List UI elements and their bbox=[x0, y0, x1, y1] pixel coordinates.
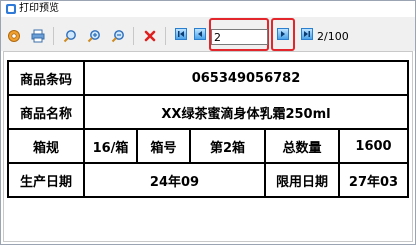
zoom-in-icon[interactable] bbox=[87, 28, 101, 43]
window-title: 打印预览 bbox=[19, 3, 59, 14]
settings-icon[interactable] bbox=[7, 28, 21, 42]
preview-area: 商品条码 065349056782 商品名称 XX绿茶蜜滴身体乳霜250ml 箱… bbox=[1, 51, 415, 244]
last-page-icon[interactable] bbox=[301, 28, 313, 40]
barcode-value: 065349056782 bbox=[83, 60, 409, 96]
title-bar: 打印预览 bbox=[1, 1, 415, 17]
toolbar-separator bbox=[53, 27, 54, 45]
expiry-date-label: 限用日期 bbox=[264, 162, 340, 198]
product-name-label: 商品名称 bbox=[7, 94, 85, 130]
case-spec-value: 16/箱 bbox=[83, 128, 138, 164]
barcode-label: 商品条码 bbox=[7, 60, 85, 96]
app-icon bbox=[6, 4, 16, 14]
zoom-fit-icon[interactable] bbox=[63, 28, 77, 43]
case-number-value: 第2箱 bbox=[189, 128, 266, 164]
product-name-value: XX绿茶蜜滴身体乳霜250ml bbox=[83, 94, 409, 130]
table-row: 商品条码 065349056782 bbox=[7, 60, 409, 96]
previous-page-icon[interactable] bbox=[194, 28, 206, 40]
label-page: 商品条码 065349056782 商品名称 XX绿茶蜜滴身体乳霜250ml 箱… bbox=[7, 60, 416, 243]
next-page-icon[interactable] bbox=[277, 28, 289, 40]
first-page-icon[interactable] bbox=[175, 28, 187, 40]
toolbar: 2/100 bbox=[1, 17, 415, 51]
production-date-value: 24年09 bbox=[83, 162, 266, 198]
page-number-input[interactable] bbox=[211, 29, 268, 45]
toolbar-separator bbox=[165, 27, 166, 45]
table-row: 商品名称 XX绿茶蜜滴身体乳霜250ml bbox=[7, 94, 409, 130]
production-date-label: 生产日期 bbox=[7, 162, 85, 198]
total-quantity-value: 1600 bbox=[338, 128, 409, 164]
label-table: 商品条码 065349056782 商品名称 XX绿茶蜜滴身体乳霜250ml 箱… bbox=[7, 60, 409, 198]
page-count-label: 2/100 bbox=[317, 30, 349, 43]
total-quantity-label: 总数量 bbox=[264, 128, 340, 164]
zoom-out-icon[interactable] bbox=[111, 28, 125, 43]
case-number-label: 箱号 bbox=[136, 128, 191, 164]
print-preview-window: 打印预览 2 2/100 商品条码 065349056782 商品名称 XX绿茶… bbox=[0, 0, 416, 245]
expiry-date-value: 27年03 bbox=[338, 162, 409, 198]
table-row: 箱规 16/箱 箱号 第2箱 总数量 1600 bbox=[7, 128, 409, 164]
print-icon[interactable] bbox=[31, 28, 45, 43]
toolbar-separator bbox=[133, 27, 134, 45]
case-spec-label: 箱规 bbox=[7, 128, 85, 164]
table-row: 生产日期 24年09 限用日期 27年03 bbox=[7, 162, 409, 198]
close-icon[interactable] bbox=[143, 28, 157, 42]
